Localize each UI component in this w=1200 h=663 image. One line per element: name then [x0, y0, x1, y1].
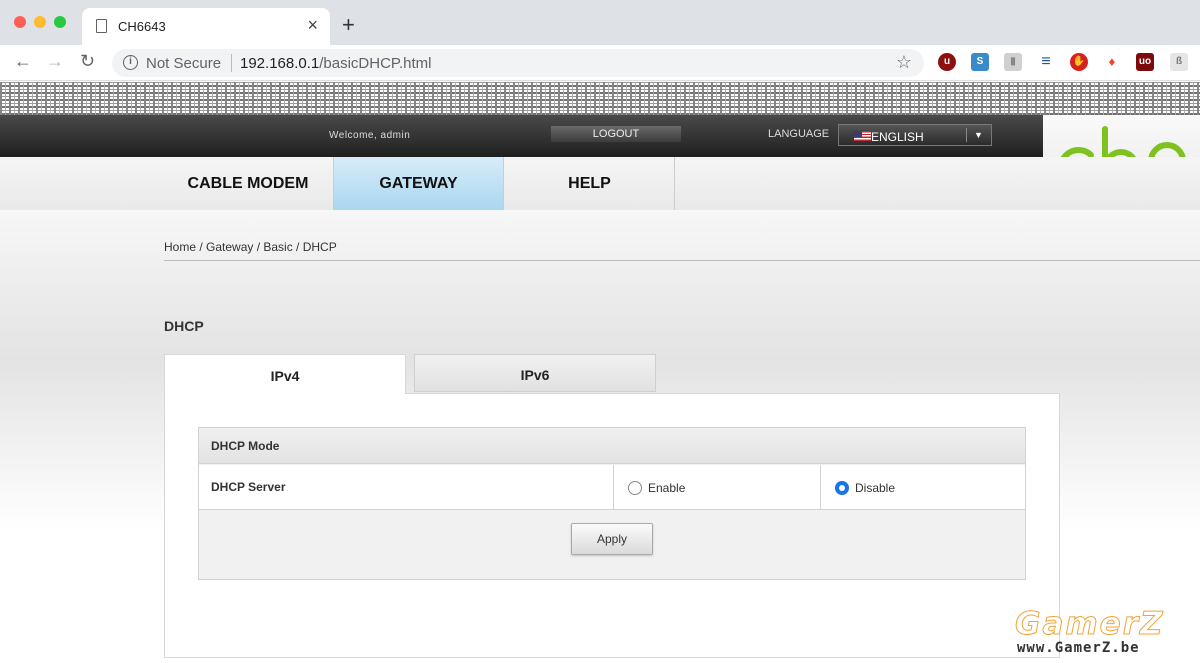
apply-button[interactable]: Apply: [571, 523, 653, 555]
nav-cable-modem[interactable]: CABLE MODEM: [164, 157, 332, 210]
language-label: LANGUAGE: [768, 128, 830, 140]
nav-help[interactable]: HELP: [505, 157, 675, 210]
document-icon: [96, 19, 107, 33]
breadcrumb: Home / Gateway / Basic / DHCP: [164, 240, 337, 254]
language-value: ENGLISH: [871, 130, 924, 144]
breadcrumb-divider: [164, 260, 1200, 261]
dhcp-mode-table: DHCP Mode DHCP Server Enable Disable App…: [198, 427, 1026, 580]
bookmark-star-icon[interactable]: ☆: [896, 52, 912, 73]
watermark-url: www.GamerZ.be: [1017, 640, 1140, 656]
page-title: DHCP: [164, 318, 204, 334]
main-nav: CABLE MODEM GATEWAY HELP: [0, 157, 1200, 210]
dhcp-server-row: DHCP Server Enable Disable: [199, 465, 1025, 510]
nav-gateway[interactable]: GATEWAY: [333, 157, 504, 210]
dhcp-mode-header: DHCP Mode: [199, 428, 1025, 464]
us-flag-icon: [854, 131, 871, 141]
language-select[interactable]: ENGLISH ▼: [838, 124, 992, 146]
enable-cell: Enable: [613, 465, 820, 510]
address-bar[interactable]: i Not Secure 192.168.0.1/basicDHCP.html …: [112, 49, 924, 77]
minimize-window-button[interactable]: [34, 16, 46, 28]
stop-extension-icon[interactable]: ✋: [1070, 53, 1088, 71]
reload-icon[interactable]: ↻: [80, 51, 95, 72]
tab-title: CH6643: [118, 19, 166, 34]
back-icon[interactable]: ←: [14, 51, 32, 72]
dhcp-mode-title: DHCP Mode: [211, 439, 280, 453]
obscured-bookmarks-bar: [0, 82, 1200, 115]
flame-extension-icon[interactable]: ♦: [1103, 53, 1121, 71]
tab-close-icon[interactable]: ×: [307, 15, 318, 36]
new-tab-button[interactable]: +: [342, 12, 355, 38]
url-text[interactable]: 192.168.0.1/basicDHCP.html: [240, 55, 432, 72]
logout-button[interactable]: LOGOUT: [551, 126, 681, 142]
s-extension-icon[interactable]: S: [971, 53, 989, 71]
ublock-icon[interactable]: u: [938, 53, 956, 71]
tab-ipv4[interactable]: IPv4: [164, 354, 406, 394]
browser-toolbar: ← → ↻ i Not Secure 192.168.0.1/basicDHCP…: [0, 45, 1200, 81]
info-icon[interactable]: i: [123, 55, 138, 70]
chevron-down-icon[interactable]: ▼: [966, 128, 990, 142]
forward-icon[interactable]: →: [46, 51, 64, 72]
url-divider: [231, 54, 232, 72]
url-host: 192.168.0.1: [240, 55, 320, 72]
ghost-extension-icon[interactable]: ß: [1170, 53, 1188, 71]
bookmark-extension-icon[interactable]: ▮: [1004, 53, 1022, 71]
browser-tab[interactable]: CH6643 ×: [82, 8, 330, 45]
dhcp-server-label: DHCP Server: [211, 480, 286, 494]
stack-extension-icon[interactable]: ≡: [1037, 53, 1055, 71]
enable-radio[interactable]: [628, 481, 642, 495]
close-window-button[interactable]: [14, 16, 26, 28]
ublock-origin-icon[interactable]: uo: [1136, 53, 1154, 71]
disable-radio[interactable]: [835, 481, 849, 495]
disable-cell: Disable: [820, 465, 1025, 510]
watermark-title: GamerZ: [1014, 606, 1165, 643]
disable-label[interactable]: Disable: [855, 481, 895, 495]
welcome-text: Welcome, admin: [329, 130, 411, 141]
maximize-window-button[interactable]: [54, 16, 66, 28]
url-path: /basicDHCP.html: [319, 55, 432, 72]
router-header: Welcome, admin LOGOUT LANGUAGE ENGLISH ▼: [0, 115, 1200, 157]
browser-tab-bar: CH6643 × +: [0, 0, 1200, 45]
security-label: Not Secure: [146, 55, 222, 72]
enable-label[interactable]: Enable: [648, 481, 685, 495]
tab-ipv6[interactable]: IPv6: [414, 354, 656, 392]
